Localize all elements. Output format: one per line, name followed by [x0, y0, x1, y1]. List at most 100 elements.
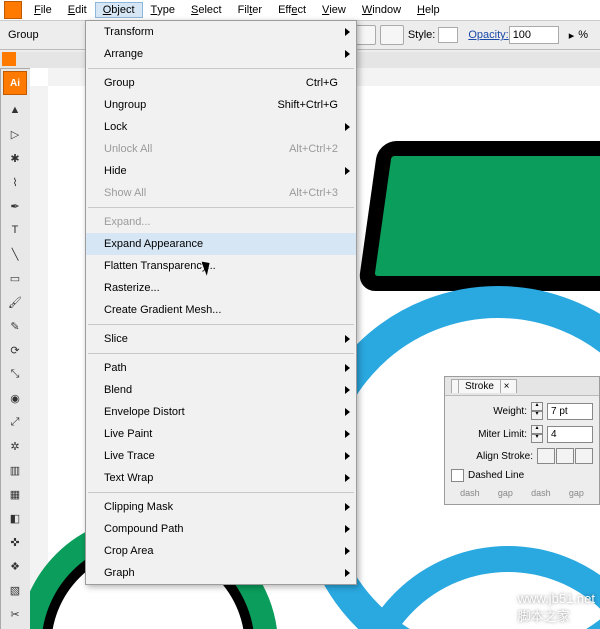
menu-item-envelope-distort[interactable]: Envelope Distort: [86, 401, 356, 423]
submenu-arrow-icon: [345, 408, 350, 416]
stroke-tab[interactable]: Stroke ×: [451, 379, 517, 393]
menu-separator: [88, 353, 354, 354]
ruler-vertical: [30, 86, 49, 629]
tool-pencil[interactable]: ✎: [3, 314, 27, 338]
menu-separator: [88, 492, 354, 493]
menu-item-blend[interactable]: Blend: [86, 379, 356, 401]
menu-item-crop-area[interactable]: Crop Area: [86, 540, 356, 562]
submenu-arrow-icon: [345, 335, 350, 343]
menu-object[interactable]: Object: [95, 2, 143, 18]
menu-item-compound-path[interactable]: Compound Path: [86, 518, 356, 540]
menubar: FileEditObjectTypeSelectFilterEffectView…: [0, 0, 600, 21]
weight-input[interactable]: [547, 403, 593, 420]
align-button-2[interactable]: [380, 25, 404, 45]
tool-magic-wand[interactable]: ✱: [3, 146, 27, 170]
menu-item-show-all: Show AllAlt+Ctrl+3: [86, 182, 356, 204]
menu-item-clipping-mask[interactable]: Clipping Mask: [86, 496, 356, 518]
doc-tab-icon[interactable]: [2, 52, 16, 66]
tool-symbol-sprayer[interactable]: ✲: [3, 434, 27, 458]
tool-warp[interactable]: ◉: [3, 386, 27, 410]
weight-stepper[interactable]: ▴▾: [531, 402, 543, 420]
tool-paintbrush[interactable]: 🖌: [3, 290, 27, 314]
menu-separator: [88, 207, 354, 208]
toolbox: Ai ▲▷✱⌇✒T╲▭🖌✎⟳⤡◉⤢✲▥▦◧✜❖▧✂✋🔍: [0, 68, 32, 629]
menu-item-graph[interactable]: Graph: [86, 562, 356, 584]
opacity-arrow-icon[interactable]: ▸: [569, 29, 575, 42]
miter-stepper[interactable]: ▴▾: [531, 425, 543, 443]
submenu-arrow-icon: [345, 452, 350, 460]
menu-filter[interactable]: Filter: [230, 2, 270, 18]
menu-item-text-wrap[interactable]: Text Wrap: [86, 467, 356, 489]
tool-eyedropper[interactable]: ✜: [3, 530, 27, 554]
menu-item-unlock-all: Unlock AllAlt+Ctrl+2: [86, 138, 356, 160]
submenu-arrow-icon: [345, 28, 350, 36]
menu-edit[interactable]: Edit: [60, 2, 95, 18]
menu-window[interactable]: Window: [354, 2, 409, 18]
tool-mesh[interactable]: ▦: [3, 482, 27, 506]
menu-type[interactable]: Type: [143, 2, 183, 18]
menu-view[interactable]: View: [314, 2, 354, 18]
stroke-panel: Stroke × Weight: ▴▾ Miter Limit: ▴▾ Alig…: [444, 376, 600, 505]
dashed-line-checkbox[interactable]: [451, 469, 464, 482]
menu-item-arrange[interactable]: Arrange: [86, 43, 356, 65]
tool-line[interactable]: ╲: [3, 242, 27, 266]
miter-label: Miter Limit:: [451, 429, 527, 440]
menu-file[interactable]: File: [26, 2, 60, 18]
menu-separator: [88, 324, 354, 325]
tool-blend[interactable]: ❖: [3, 554, 27, 578]
menu-item-create-gradient-mesh[interactable]: Create Gradient Mesh...: [86, 299, 356, 321]
miter-input[interactable]: [547, 426, 593, 443]
menu-effect[interactable]: Effect: [270, 2, 314, 18]
menu-item-live-paint[interactable]: Live Paint: [86, 423, 356, 445]
menu-help[interactable]: Help: [409, 2, 448, 18]
submenu-arrow-icon: [345, 525, 350, 533]
align-stroke-label: Align Stroke:: [451, 451, 533, 462]
menu-item-rasterize[interactable]: Rasterize...: [86, 277, 356, 299]
submenu-arrow-icon: [345, 364, 350, 372]
menu-item-ungroup[interactable]: UngroupShift+Ctrl+G: [86, 94, 356, 116]
submenu-arrow-icon: [345, 123, 350, 131]
menu-item-group[interactable]: GroupCtrl+G: [86, 72, 356, 94]
menu-item-path[interactable]: Path: [86, 357, 356, 379]
align-stroke-buttons[interactable]: [537, 448, 593, 464]
ai-badge-icon: Ai: [3, 71, 27, 95]
opacity-label[interactable]: Opacity:: [468, 29, 508, 41]
weight-label: Weight:: [451, 406, 527, 417]
watermark: www.jb51.net脚本之家: [518, 591, 595, 625]
style-swatch[interactable]: [438, 27, 458, 43]
submenu-arrow-icon: [345, 503, 350, 511]
cursor-icon: [204, 260, 211, 275]
menu-item-lock[interactable]: Lock: [86, 116, 356, 138]
menu-item-expand-appearance[interactable]: Expand Appearance: [86, 233, 356, 255]
menu-select[interactable]: Select: [183, 2, 230, 18]
menu-item-slice[interactable]: Slice: [86, 328, 356, 350]
submenu-arrow-icon: [345, 430, 350, 438]
menu-item-live-trace[interactable]: Live Trace: [86, 445, 356, 467]
submenu-arrow-icon: [345, 50, 350, 58]
tool-rotate[interactable]: ⟳: [3, 338, 27, 362]
submenu-arrow-icon: [345, 569, 350, 577]
tool-graph[interactable]: ▥: [3, 458, 27, 482]
tool-lasso[interactable]: ⌇: [3, 170, 27, 194]
menu-item-flatten-transparency[interactable]: Flatten Transparency...: [86, 255, 356, 277]
opacity-input[interactable]: [509, 26, 559, 44]
submenu-arrow-icon: [345, 386, 350, 394]
submenu-arrow-icon: [345, 167, 350, 175]
menu-item-hide[interactable]: Hide: [86, 160, 356, 182]
tool-selection[interactable]: ▲: [3, 98, 27, 122]
object-menu-dropdown: TransformArrange GroupCtrl+GUngroupShift+…: [85, 20, 357, 585]
tool-gradient[interactable]: ◧: [3, 506, 27, 530]
tool-free-transform[interactable]: ⤢: [3, 410, 27, 434]
tool-scissors[interactable]: ✂: [3, 602, 27, 626]
dashed-line-label: Dashed Line: [468, 470, 524, 481]
tool-type[interactable]: T: [3, 218, 27, 242]
menu-item-transform[interactable]: Transform: [86, 21, 356, 43]
menu-separator: [88, 68, 354, 69]
selection-type-label: Group: [8, 29, 39, 41]
tool-scale[interactable]: ⤡: [3, 362, 27, 386]
tool-pen[interactable]: ✒: [3, 194, 27, 218]
opacity-unit: %: [578, 29, 588, 41]
tool-direct-selection[interactable]: ▷: [3, 122, 27, 146]
tool-rectangle[interactable]: ▭: [3, 266, 27, 290]
tool-slice[interactable]: ▧: [3, 578, 27, 602]
